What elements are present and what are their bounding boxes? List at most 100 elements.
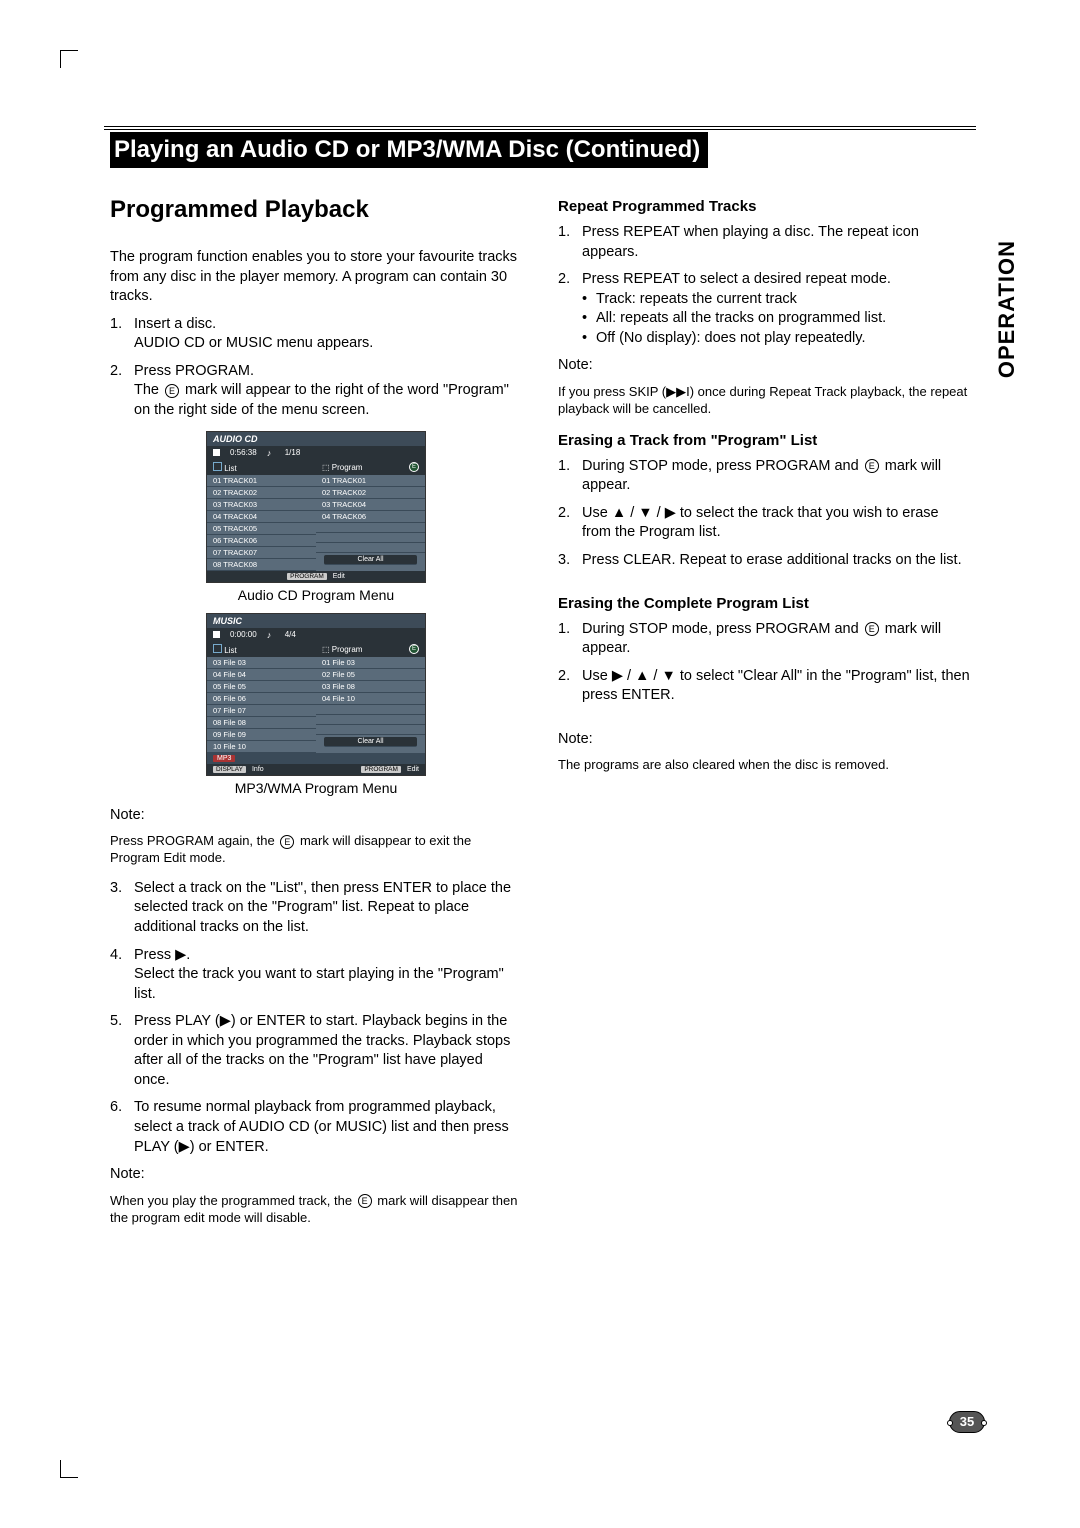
note-2: When you play the programmed track, the … bbox=[110, 1193, 522, 1227]
step-4a: Press ▶. bbox=[134, 947, 190, 963]
music-note-icon: ♪ bbox=[267, 630, 275, 640]
e-mark-icon: E bbox=[865, 459, 879, 473]
menu2-row: 06 File 06 bbox=[207, 693, 316, 705]
menu2-row: 07 File 07 bbox=[207, 705, 316, 717]
menu2-row: 04 File 04 bbox=[207, 669, 316, 681]
step-2b-post: mark will appear to the right of the wor… bbox=[134, 382, 509, 418]
repeat-note: If you press SKIP (▶▶I) once during Repe… bbox=[558, 384, 970, 418]
stop-icon bbox=[213, 449, 220, 456]
intro-text: The program function enables you to stor… bbox=[110, 248, 522, 307]
menu2-type: MUSIC bbox=[207, 614, 425, 628]
menu1-row: 02 TRACK02 bbox=[207, 487, 316, 499]
menu1-left-list: 01 TRACK01 02 TRACK02 03 TRACK03 04 TRAC… bbox=[207, 475, 316, 571]
step-4b: Select the track you want to start playi… bbox=[134, 966, 504, 1002]
step-1b: AUDIO CD or MUSIC menu appears. bbox=[134, 335, 373, 351]
menu1-row: 04 TRACK04 bbox=[207, 511, 316, 523]
menu1-row: 01 TRACK01 bbox=[316, 475, 425, 487]
menu2-row: 05 File 05 bbox=[207, 681, 316, 693]
repeat-step-1: 1.Press REPEAT when playing a disc. The … bbox=[558, 223, 970, 262]
menu1-row: 07 TRACK07 bbox=[207, 547, 316, 559]
clear-step-2: 2.Use ▶ / ▲ / ▼ to select "Clear All" in… bbox=[558, 667, 970, 706]
erase-all-heading: Erasing the Complete Program List bbox=[558, 595, 970, 612]
e-mark-icon: E bbox=[280, 835, 294, 849]
note-label: Note: bbox=[110, 806, 522, 826]
step-2: 2. Press PROGRAM. The E mark will appear… bbox=[110, 362, 522, 421]
e-circle-icon: E bbox=[409, 462, 419, 472]
repeat-step-2: 2. Press REPEAT to select a desired repe… bbox=[558, 270, 970, 348]
menu1-row: 06 TRACK06 bbox=[207, 535, 316, 547]
menu2-row: 10 File 10 bbox=[207, 741, 316, 753]
menu2-row: 08 File 08 bbox=[207, 717, 316, 729]
menu1-prog-label: Program bbox=[332, 463, 363, 472]
step-6: 6. To resume normal playback from progra… bbox=[110, 1098, 522, 1157]
menu1-type: AUDIO CD bbox=[207, 432, 425, 446]
menu2-foot: Edit bbox=[407, 766, 419, 773]
menu1-right-list: 01 TRACK01 02 TRACK02 03 TRACK04 04 TRAC… bbox=[316, 475, 425, 571]
menu2-foot-badge: PROGRAM bbox=[361, 766, 401, 773]
menu2-row: 04 File 10 bbox=[316, 693, 425, 705]
menu1-row: 03 TRACK04 bbox=[316, 499, 425, 511]
menu1-row: 05 TRACK05 bbox=[207, 523, 316, 535]
e-mark-icon: E bbox=[865, 622, 879, 636]
note-label: Note: bbox=[558, 356, 970, 376]
menu1-caption: Audio CD Program Menu bbox=[110, 587, 522, 603]
menu2-foot-left: Info bbox=[252, 766, 264, 773]
menu2-left-list: 03 File 03 04 File 04 05 File 05 06 File… bbox=[207, 657, 316, 753]
section-heading: Programmed Playback bbox=[110, 196, 522, 224]
list-icon bbox=[213, 644, 222, 653]
crop-mark-bl bbox=[60, 1460, 78, 1478]
menu1-clear-all: Clear All bbox=[324, 555, 417, 565]
menu2-row: 03 File 08 bbox=[316, 681, 425, 693]
menu2-mp3-badge: MP3 bbox=[213, 755, 235, 762]
menu2-clear-all: Clear All bbox=[324, 737, 417, 747]
menu2-list-label: List bbox=[224, 646, 236, 655]
step-2b-pre: The bbox=[134, 382, 163, 398]
erase-step-3: 3.Press CLEAR. Repeat to erase additiona… bbox=[558, 551, 970, 571]
menu1-list-label: List bbox=[224, 464, 236, 473]
note-label: Note: bbox=[110, 1165, 522, 1185]
step-1a: Insert a disc. bbox=[134, 316, 216, 332]
mp3-menu-screenshot: MUSIC 0:00:00 ♪ 4/4 List ⬚ ProgramE 03 F… bbox=[206, 613, 426, 776]
menu1-row: 08 TRACK08 bbox=[207, 559, 316, 571]
menu2-prog-label: Program bbox=[332, 645, 363, 654]
music-note-icon: ♪ bbox=[267, 448, 275, 458]
step-5: 5. Press PLAY (▶) or ENTER to start. Pla… bbox=[110, 1012, 522, 1090]
e-mark-icon: E bbox=[358, 1194, 372, 1208]
page-number-badge: 35 bbox=[949, 1411, 985, 1433]
section-tab: OPERATION bbox=[994, 240, 1020, 378]
page-title: Playing an Audio CD or MP3/WMA Disc (Con… bbox=[110, 132, 708, 168]
erase-step-2: 2.Use ▲ / ▼ / ▶ to select the track that… bbox=[558, 504, 970, 543]
erase-step-1: 1. During STOP mode, press PROGRAM and E… bbox=[558, 457, 970, 496]
note-label: Note: bbox=[558, 730, 970, 750]
menu2-row: 02 File 05 bbox=[316, 669, 425, 681]
repeat-2-lead: Press REPEAT to select a desired repeat … bbox=[582, 271, 891, 287]
menu2-row: 09 File 09 bbox=[207, 729, 316, 741]
clear-note: The programs are also cleared when the d… bbox=[558, 757, 970, 774]
step-3: 3. Select a track on the "List", then pr… bbox=[110, 879, 522, 938]
erase-track-heading: Erasing a Track from "Program" List bbox=[558, 432, 970, 449]
menu2-right-list: 01 File 03 02 File 05 03 File 08 04 File… bbox=[316, 657, 425, 753]
menu2-caption: MP3/WMA Program Menu bbox=[110, 780, 522, 796]
e-mark-icon: E bbox=[165, 384, 179, 398]
menu1-row: 01 TRACK01 bbox=[207, 475, 316, 487]
e-circle-icon: E bbox=[409, 644, 419, 654]
title-bar: Playing an Audio CD or MP3/WMA Disc (Con… bbox=[110, 130, 970, 168]
right-column: Repeat Programmed Tracks 1.Press REPEAT … bbox=[558, 184, 970, 1239]
step-1: 1. Insert a disc. AUDIO CD or MUSIC menu… bbox=[110, 315, 522, 354]
menu1-count: 1/18 bbox=[285, 448, 301, 457]
menu2-row: 03 File 03 bbox=[207, 657, 316, 669]
menu1-foot: Edit bbox=[333, 573, 345, 580]
menu2-time: 0:00:00 bbox=[230, 630, 257, 639]
menu2-count: 4/4 bbox=[285, 630, 296, 639]
menu1-row: 02 TRACK02 bbox=[316, 487, 425, 499]
repeat-heading: Repeat Programmed Tracks bbox=[558, 198, 970, 215]
audio-cd-menu-screenshot: AUDIO CD 0:56:38 ♪ 1/18 List ⬚ ProgramE … bbox=[206, 431, 426, 583]
menu1-foot-badge: PROGRAM bbox=[287, 573, 327, 580]
note-1: Press PROGRAM again, the E mark will dis… bbox=[110, 833, 522, 867]
left-column: Programmed Playback The program function… bbox=[110, 184, 522, 1239]
repeat-bullet-all: All: repeats all the tracks on programme… bbox=[582, 309, 970, 329]
step-2a: Press PROGRAM. bbox=[134, 363, 254, 379]
repeat-bullet-track: Track: repeats the current track bbox=[582, 290, 970, 310]
repeat-bullet-off: Off (No display): does not play repeated… bbox=[582, 329, 970, 349]
menu1-row: 03 TRACK03 bbox=[207, 499, 316, 511]
